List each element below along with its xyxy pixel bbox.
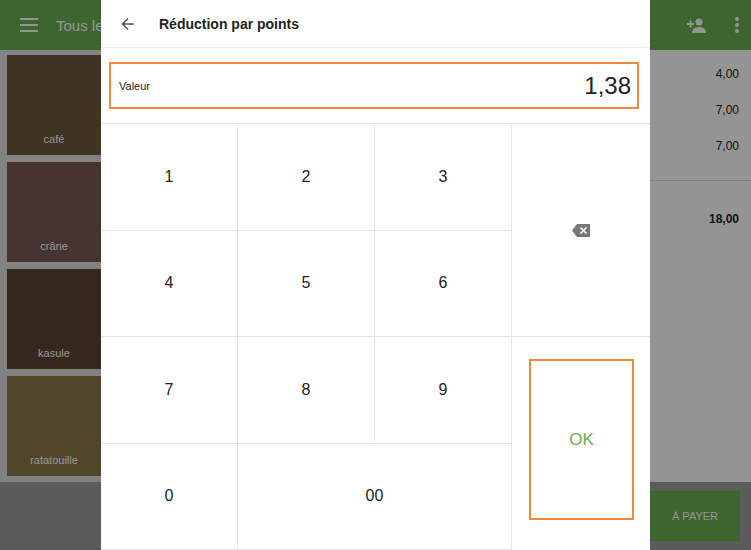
numpad-key[interactable]: 4: [101, 231, 238, 338]
points-discount-dialog: Réduction par points Valeur 1,38 123 456…: [101, 0, 650, 550]
numpad-key[interactable]: 6: [375, 231, 512, 338]
numpad-key[interactable]: 0: [101, 444, 238, 550]
dialog-header: Réduction par points: [101, 0, 650, 48]
backspace-key[interactable]: [512, 124, 650, 337]
numpad-key[interactable]: 1: [101, 124, 238, 231]
numpad-key[interactable]: 2: [238, 124, 375, 231]
value-field[interactable]: Valeur 1,38: [109, 62, 639, 109]
numpad-key[interactable]: 00: [238, 444, 512, 550]
dialog-title: Réduction par points: [159, 16, 299, 32]
numpad-key[interactable]: 9: [375, 337, 512, 444]
backspace-icon: [572, 224, 590, 237]
numpad-key[interactable]: 8: [238, 337, 375, 444]
ok-button[interactable]: OK: [512, 337, 650, 550]
back-arrow-icon[interactable]: [121, 17, 135, 31]
field-label: Valeur: [119, 80, 150, 92]
numpad-key[interactable]: 5: [238, 231, 375, 338]
numpad-key[interactable]: 3: [375, 124, 512, 231]
numpad: 123 456 789 OK 000: [101, 124, 650, 550]
field-value: 1,38: [584, 72, 631, 100]
pos-screen: Tous le cafécrânekasuleratatouille 4,007…: [0, 0, 751, 550]
numpad-key[interactable]: 7: [101, 337, 238, 444]
